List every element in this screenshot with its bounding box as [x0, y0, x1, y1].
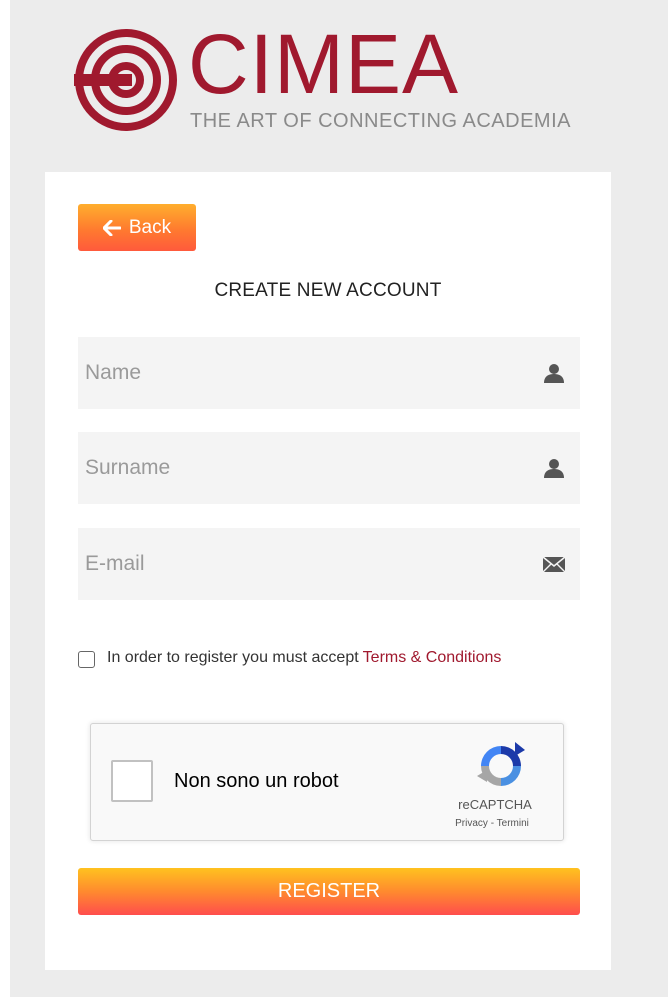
email-input[interactable]	[78, 528, 580, 600]
envelope-icon	[542, 556, 566, 573]
name-field-container	[78, 337, 580, 409]
user-icon	[544, 364, 564, 383]
back-button[interactable]: Back	[78, 204, 196, 251]
terms-checkbox[interactable]	[78, 651, 95, 668]
arrow-left-icon	[102, 219, 121, 236]
recaptcha-icon	[477, 742, 525, 786]
recaptcha-brand: reCAPTCHA	[458, 797, 532, 812]
name-input[interactable]	[78, 337, 580, 409]
terms-row: In order to register you must accept Ter…	[78, 647, 501, 668]
terms-conditions-link[interactable]: Terms & Conditions	[363, 649, 502, 667]
recaptcha-privacy-terms-link[interactable]: Privacy - Termini	[437, 818, 547, 829]
register-card: Back CREATE NEW ACCOUNT In order to regi…	[45, 172, 611, 970]
register-button[interactable]: REGISTER	[78, 868, 580, 915]
cimea-logo: CIMEA THE ART OF CONNECTING ACADEMIA	[74, 22, 594, 138]
recaptcha-checkbox[interactable]	[111, 760, 153, 802]
cimea-logo-icon	[74, 29, 177, 131]
page-title: CREATE NEW ACCOUNT	[214, 280, 442, 301]
back-button-label: Back	[128, 216, 172, 238]
recaptcha-label: Non sono un robot	[174, 770, 339, 792]
recaptcha-widget: Non sono un robot reCAPTCHA Privacy - Te…	[90, 723, 564, 841]
surname-input[interactable]	[78, 432, 580, 504]
user-icon	[544, 459, 564, 478]
page-margin	[0, 0, 10, 997]
logo-tagline: THE ART OF CONNECTING ACADEMIA	[190, 110, 571, 132]
logo-wordmark: CIMEA	[188, 17, 460, 111]
surname-field-container	[78, 432, 580, 504]
terms-text: In order to register you must accept	[107, 648, 359, 666]
email-field-container	[78, 528, 580, 600]
